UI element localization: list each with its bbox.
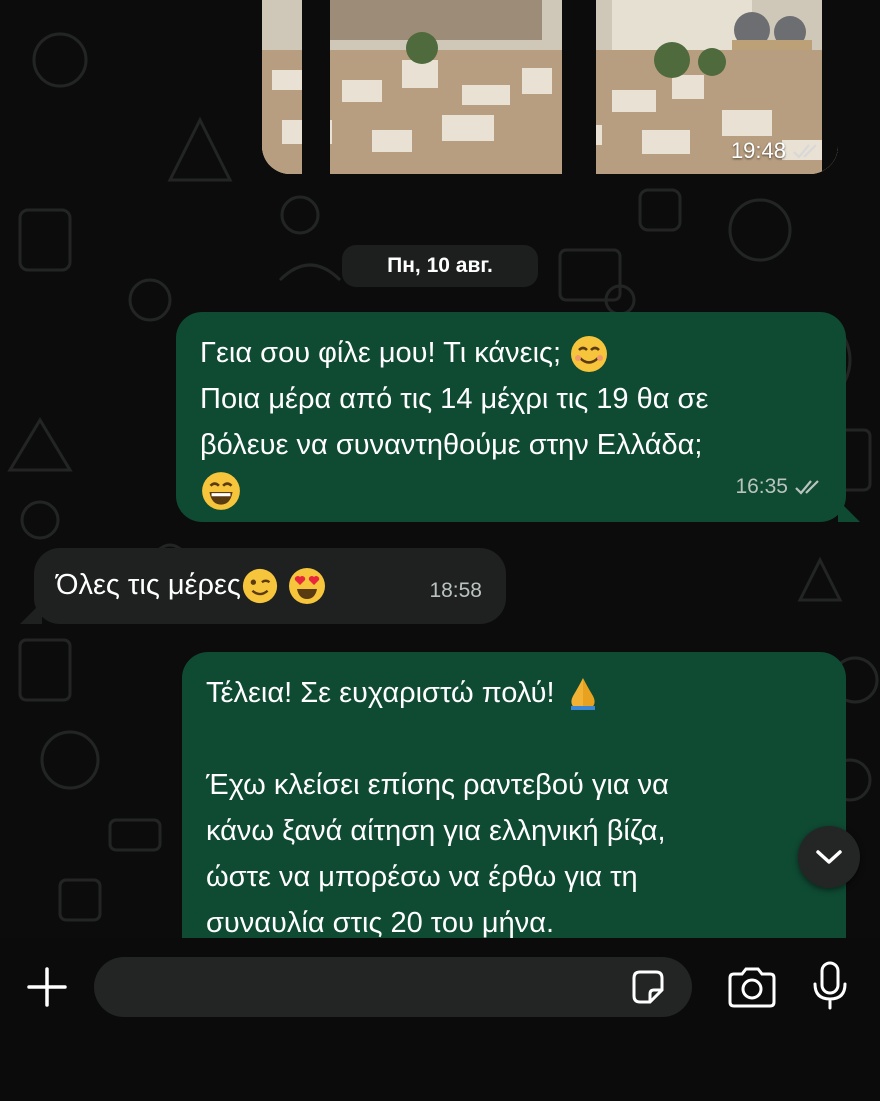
message-text: Τέλεια! Σε ευχαριστώ πολύ! <box>206 677 555 709</box>
message-text: Όλες τις μέρες <box>56 569 241 601</box>
double-check-icon <box>795 480 819 495</box>
winking-face-emoji <box>242 569 277 604</box>
message-text: συναυλία στις 20 του μήνα. <box>206 907 555 938</box>
image-message-meta: 19:48 <box>731 138 822 164</box>
outgoing-message[interactable]: Τέλεια! Σε ευχαριστώ πολύ! Έχω κλείσει ε… <box>182 652 846 938</box>
microphone-icon <box>813 961 847 1010</box>
grinning-face-emoji <box>202 472 240 511</box>
scroll-to-bottom-button[interactable] <box>798 826 860 888</box>
message-text: κάνω ξανά αίτηση για ελληνική βίζα, <box>206 815 666 847</box>
camera-icon <box>728 967 776 1008</box>
message-text: Ποια μέρα από τις 14 μέχρι τις 19 θα σε <box>200 383 709 415</box>
plus-icon <box>27 967 67 1007</box>
folded-hands-emoji <box>570 678 595 711</box>
message-text: ώστε να μπορέσω να έρθω για τη <box>206 861 638 893</box>
message-meta: 16:35 <box>735 464 824 510</box>
smiling-face-emoji <box>571 336 608 373</box>
attach-button[interactable] <box>26 966 68 1008</box>
date-separator: Пн, 10 авг. <box>342 245 538 287</box>
message-text: Έχω κλείσει επίσης ραντεβού για να <box>206 769 669 801</box>
message-time: 18:58 <box>429 579 482 602</box>
chat-background: 19:48 Пн, 10 авг. Γεια σου φίλε μου! Τι … <box>0 0 880 938</box>
message-time: 19:48 <box>730 138 786 163</box>
microphone-button[interactable] <box>810 960 850 1012</box>
message-input[interactable] <box>94 957 692 1017</box>
double-check-icon <box>793 144 817 159</box>
message-meta: 18:58 <box>429 568 482 614</box>
image-message[interactable]: 19:48 <box>262 0 838 174</box>
sticker-icon <box>632 970 664 1004</box>
incoming-message[interactable]: Όλες τις μέρες 18:58 <box>34 548 506 624</box>
chevron-down-icon <box>816 850 842 864</box>
message-text: βόλευε να συναντηθούμε στην Ελλάδα; <box>200 429 703 461</box>
message-text: Γεια σου φίλε μου! Τι κάνεις; <box>200 337 562 369</box>
outgoing-message[interactable]: Γεια σου φίλε μου! Τι κάνεις; Ποια μέρα … <box>176 312 846 522</box>
message-text <box>206 716 826 762</box>
heart-eyes-emoji <box>288 568 325 605</box>
camera-button[interactable] <box>726 966 778 1008</box>
sticker-button[interactable] <box>628 968 668 1008</box>
message-time: 16:35 <box>735 475 788 498</box>
